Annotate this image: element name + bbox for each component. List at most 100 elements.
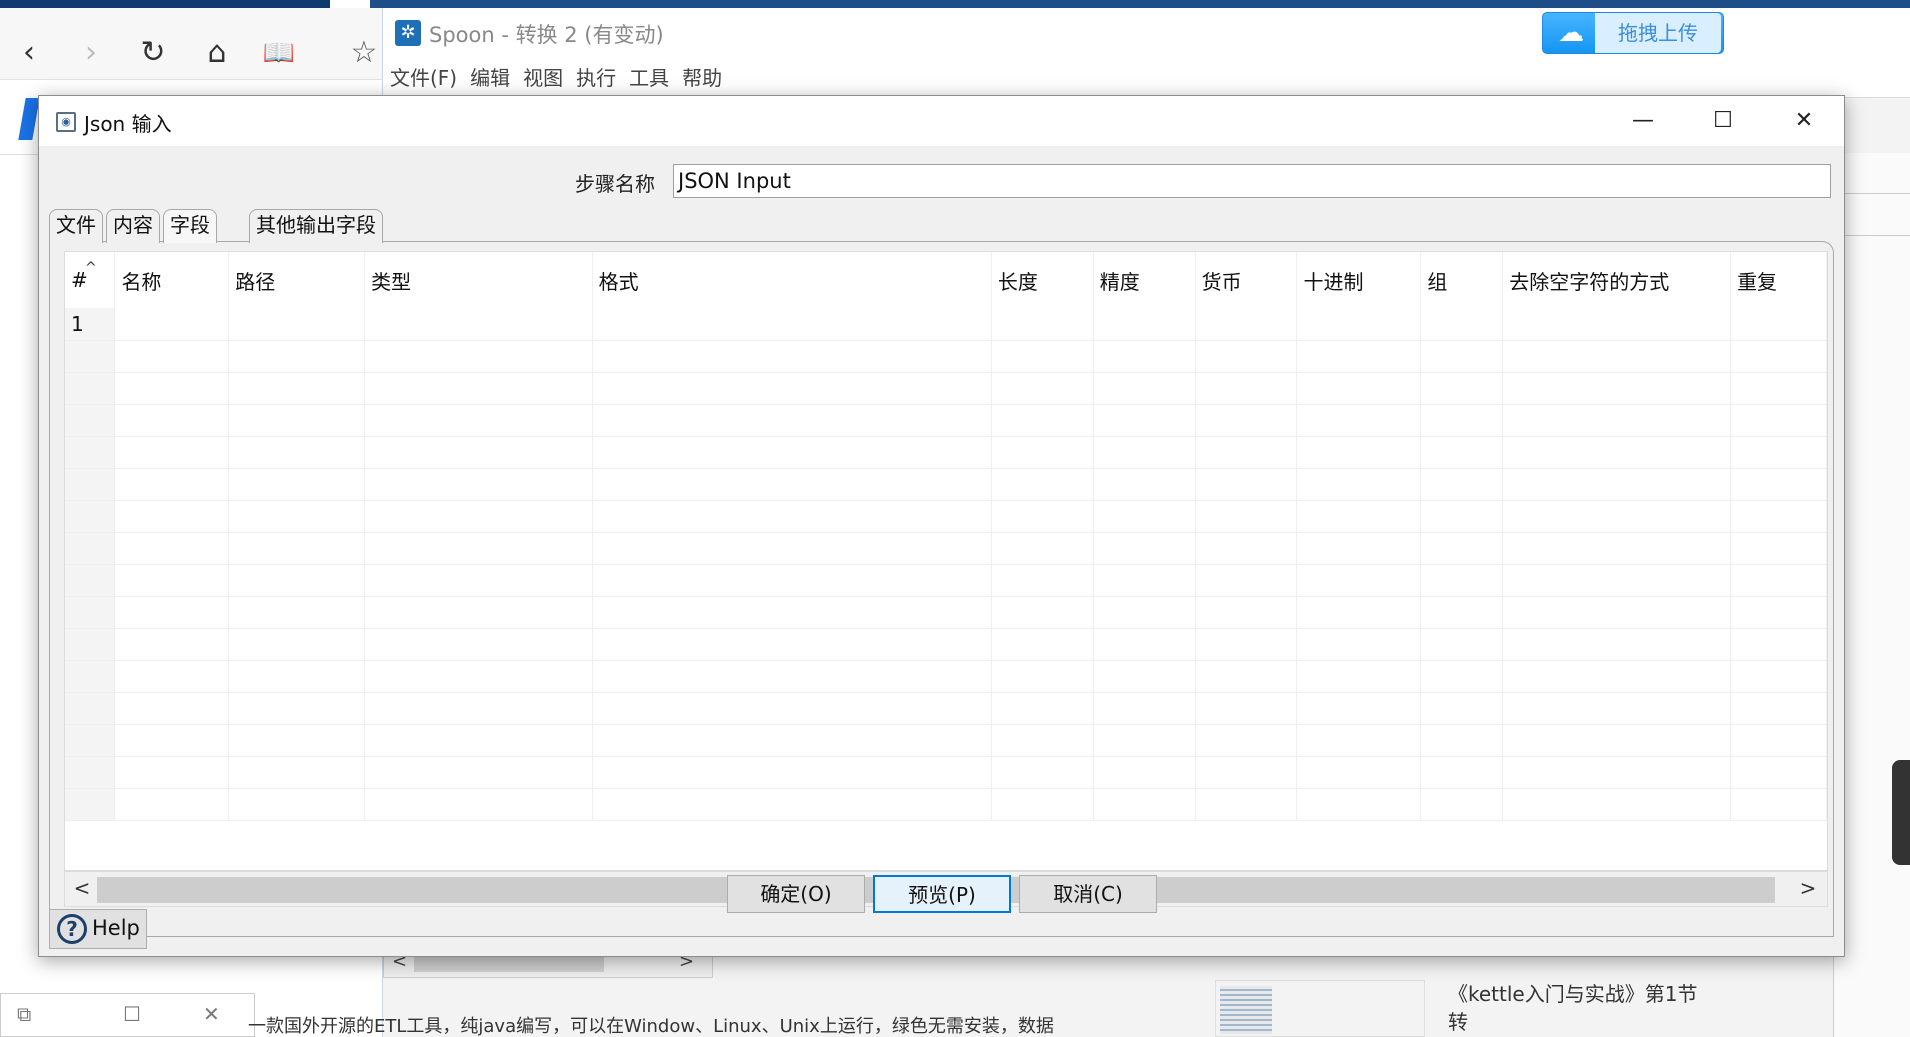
tab-file[interactable]: 文件 xyxy=(49,209,103,243)
tab-fields[interactable]: 字段 xyxy=(163,209,217,243)
menu-help[interactable]: 帮助 xyxy=(682,58,722,98)
empty-cell xyxy=(1420,564,1504,597)
menu-edit[interactable]: 编辑 xyxy=(470,58,510,98)
empty-row xyxy=(65,340,1827,373)
maximize-icon[interactable]: ☐ xyxy=(123,1002,141,1026)
browser-tab[interactable] xyxy=(0,0,330,8)
empty-cell xyxy=(1420,660,1504,693)
table-cell[interactable] xyxy=(228,308,366,341)
column-header-precision[interactable]: 精度 xyxy=(1093,252,1196,308)
empty-cell xyxy=(1502,532,1732,565)
help-button[interactable]: ? Help xyxy=(49,909,147,949)
empty-cell xyxy=(1296,756,1422,789)
column-header-trim-type[interactable]: 去除空字符的方式 xyxy=(1502,252,1732,308)
article-title[interactable]: 《kettle入门与实战》第1节 转 xyxy=(1448,980,1697,1036)
table-cell[interactable] xyxy=(592,308,992,341)
empty-cell xyxy=(228,404,366,437)
table-row[interactable]: 1 xyxy=(65,308,1827,341)
table-cell[interactable] xyxy=(1296,308,1422,341)
maximize-button[interactable]: ☐ xyxy=(1683,96,1763,146)
empty-cell xyxy=(1420,404,1504,437)
forward-icon[interactable]: › xyxy=(72,34,110,72)
column-header-length[interactable]: 长度 xyxy=(991,252,1094,308)
column-header-name[interactable]: 名称 xyxy=(114,252,230,308)
drag-upload-button[interactable]: ☁ 拖拽上传 xyxy=(1542,12,1724,54)
empty-cell xyxy=(228,564,366,597)
column-header-format[interactable]: 格式 xyxy=(592,252,992,308)
empty-cell xyxy=(1730,500,1827,533)
tab-content[interactable]: 内容 xyxy=(106,209,160,243)
empty-cell xyxy=(1502,404,1732,437)
empty-cell xyxy=(1195,372,1298,405)
preview-button[interactable]: 预览(P) xyxy=(873,875,1011,913)
article-title-line[interactable]: 转 xyxy=(1448,1008,1697,1036)
menu-tools[interactable]: 工具 xyxy=(629,58,669,98)
empty-cell xyxy=(592,660,992,693)
empty-cell xyxy=(114,596,230,629)
menu-run[interactable]: 执行 xyxy=(576,58,616,98)
column-header-path[interactable]: 路径 xyxy=(228,252,366,308)
column-header-group[interactable]: 组 xyxy=(1420,252,1504,308)
reading-view-icon[interactable]: 📖 xyxy=(260,34,298,72)
back-icon[interactable]: ‹ xyxy=(10,34,48,72)
reload-icon[interactable]: ↻ xyxy=(134,34,172,72)
scroll-right-icon[interactable]: > xyxy=(1793,876,1823,900)
empty-cell xyxy=(65,692,116,725)
empty-cell xyxy=(592,628,992,661)
empty-cell xyxy=(1296,436,1422,469)
close-icon[interactable]: ✕ xyxy=(203,1002,220,1026)
table-cell[interactable] xyxy=(1502,308,1732,341)
empty-cell xyxy=(1730,372,1827,405)
home-icon[interactable]: ⌂ xyxy=(198,34,236,72)
table-cell[interactable] xyxy=(991,308,1094,341)
favorite-star-icon[interactable]: ☆ xyxy=(345,34,383,72)
empty-cell xyxy=(1296,468,1422,501)
empty-cell xyxy=(1730,532,1827,565)
empty-cell xyxy=(1296,564,1422,597)
side-widget[interactable] xyxy=(1892,760,1910,865)
table-cell[interactable] xyxy=(1420,308,1504,341)
menu-view[interactable]: 视图 xyxy=(523,58,563,98)
browser-active-tab[interactable] xyxy=(330,0,370,8)
column-header-repeat[interactable]: 重复 xyxy=(1730,252,1827,308)
scroll-left-icon[interactable]: < xyxy=(67,876,97,900)
empty-cell xyxy=(228,756,366,789)
cancel-button[interactable]: 取消(C) xyxy=(1019,875,1157,913)
table-cell[interactable] xyxy=(1730,308,1827,341)
column-header-currency[interactable]: 货币 xyxy=(1195,252,1298,308)
article-thumbnail[interactable] xyxy=(1215,980,1425,1037)
empty-cell xyxy=(364,372,593,405)
menu-file[interactable]: 文件(F) xyxy=(390,58,457,98)
empty-cell xyxy=(1093,436,1196,469)
empty-cell xyxy=(1730,596,1827,629)
column-header-decimal[interactable]: 十进制 xyxy=(1296,252,1422,308)
article-title-line[interactable]: 《kettle入门与实战》第1节 xyxy=(1448,980,1697,1008)
table-cell[interactable] xyxy=(364,308,593,341)
table-cell[interactable] xyxy=(114,308,230,341)
empty-cell xyxy=(1093,532,1196,565)
restore-icon[interactable]: ⧉ xyxy=(17,1002,31,1026)
column-header-type[interactable]: 类型 xyxy=(364,252,593,308)
empty-cell xyxy=(1502,596,1732,629)
empty-row xyxy=(65,404,1827,437)
empty-cell xyxy=(114,340,230,373)
table-cell[interactable] xyxy=(1093,308,1196,341)
empty-cell xyxy=(65,628,116,661)
table-cell[interactable] xyxy=(1195,308,1298,341)
empty-cell xyxy=(1420,436,1504,469)
empty-row xyxy=(65,788,1827,821)
step-name-input[interactable]: JSON Input xyxy=(673,164,1831,198)
empty-row xyxy=(65,692,1827,725)
empty-cell xyxy=(1195,340,1298,373)
ok-button[interactable]: 确定(O) xyxy=(727,875,865,913)
empty-cell xyxy=(114,564,230,597)
minimized-window-tile[interactable]: ⧉ ☐ ✕ xyxy=(0,993,255,1037)
empty-row xyxy=(65,564,1827,597)
empty-cell xyxy=(1420,468,1504,501)
column-header-rownum[interactable]: # ^ xyxy=(65,252,116,308)
minimize-button[interactable]: — xyxy=(1603,96,1683,146)
dialog-titlebar[interactable]: ◉ Json 输入 — ☐ ✕ xyxy=(39,96,1844,146)
empty-cell xyxy=(114,404,230,437)
tab-additional-output-fields[interactable]: 其他输出字段 xyxy=(249,209,383,243)
close-button[interactable]: ✕ xyxy=(1764,96,1844,146)
